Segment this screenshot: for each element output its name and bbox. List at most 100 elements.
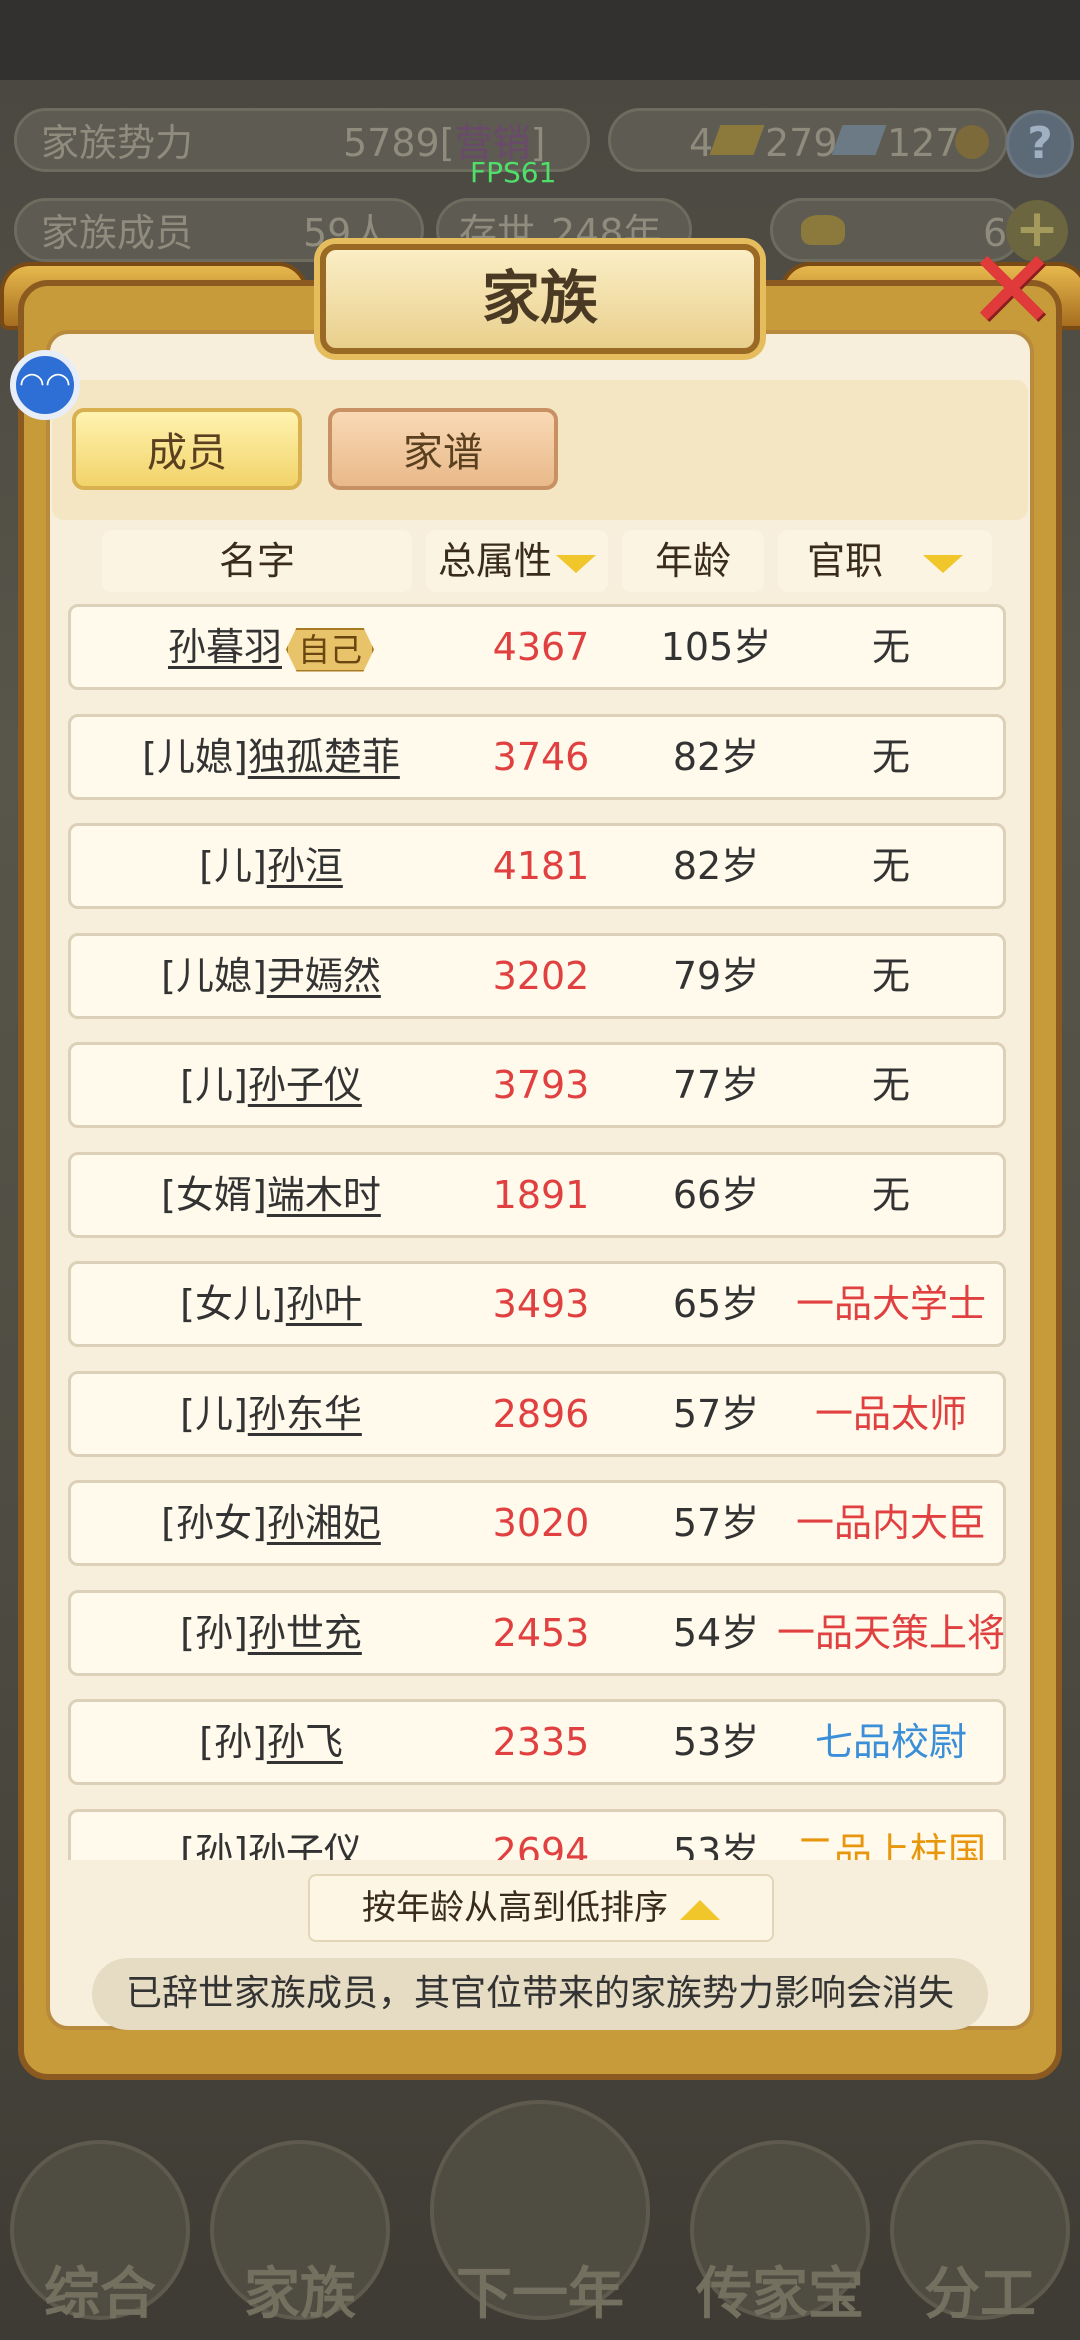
nav-label: 下一年 [456,2262,624,2327]
ingot-icon [801,215,845,245]
member-post: 无 [871,953,910,998]
member-relation: [孙女] [161,1501,267,1545]
member-attr: 3020 [492,1501,590,1545]
member-name-cell: [儿]孙子仪 [71,1045,471,1125]
chevron-up-icon [680,1899,720,1920]
member-relation: [女儿] [180,1282,286,1326]
nav-item-overview[interactable]: 综合 [0,2080,200,2340]
member-name-link[interactable]: 尹嫣然 [267,954,381,998]
notice-text: 已辞世家族成员，其官位带来的家族势力影响会消失 [92,1958,988,2030]
member-relation: [儿媳] [161,953,267,998]
member-relation: [孙] [199,1720,267,1764]
member-relation: [孙] [180,1829,248,1861]
member-post: 无 [871,1172,910,1217]
self-badge: 自己 [286,627,375,672]
currency-bar: 4 279 127 [608,108,1008,172]
member-post: 一品天策上将 [776,1610,1005,1655]
member-attr: 2694 [492,1829,590,1861]
member-list[interactable]: 孙暮羽 自己 4367 105岁无 [儿媳]独孤楚菲 3746 82岁无 [儿]孙洹 4181 8… [68,604,1008,1860]
member-name-cell: [儿媳]独孤楚菲 [71,717,471,797]
member-name-link[interactable]: 孙叶 [286,1282,362,1326]
member-name-link[interactable]: 孙世充 [248,1611,362,1655]
member-name-cell: [女婿]端木时 [71,1155,471,1235]
column-header-age: 年龄 [622,530,764,592]
nav-item-heirloom[interactable]: 传家宝 [680,2080,880,2340]
member-row[interactable]: [儿]孙子仪 3793 77岁无 [68,1042,1006,1128]
member-row[interactable]: [儿媳]尹嫣然 3202 79岁无 [68,932,1006,1019]
member-row[interactable]: [儿]孙洹 4181 82岁无 [68,823,1006,909]
member-relation: [儿] [199,844,267,888]
member-row[interactable]: [女儿]孙叶 3493 65岁 一品大学士 [68,1261,1006,1347]
member-name-cell: [孙女]孙湘妃 [71,1483,471,1563]
member-relation: [女婿] [161,1172,267,1217]
family-power-label: 家族势力 [41,121,194,165]
member-row[interactable]: 孙暮羽 自己 4367 105岁无 [68,604,1006,690]
member-name-cell: [儿]孙东华 [71,1374,471,1454]
members-label: 家族成员 [41,211,194,255]
member-name-cell: [儿媳]尹嫣然 [71,936,471,1016]
member-attr: 2453 [492,1610,590,1655]
member-attr: 3746 [492,734,590,779]
silver-count: 127 [887,121,960,165]
member-post: 一品内大臣 [795,1501,986,1545]
member-name-link[interactable]: 端木时 [267,1173,381,1217]
nav-label: 分工 [924,2262,1036,2327]
tab-genealogy[interactable]: 家谱 [328,408,558,490]
dialog-title: 家族 [320,244,760,354]
fps-counter: FPS61 [470,156,557,189]
tab-members[interactable]: 成员 [72,408,302,490]
member-name-cell: 孙暮羽 自己 [71,607,471,687]
help-button[interactable]: ? [1006,110,1074,178]
member-row[interactable]: [孙女]孙湘妃 3020 57岁 一品内大臣 [68,1480,1006,1566]
member-attr: 4181 [492,844,590,888]
nav-label: 传家宝 [696,2262,864,2327]
member-relation: [儿] [180,1391,248,1436]
sort-down-icon [556,554,596,573]
close-icon[interactable]: ✕ [962,235,1062,345]
member-name-link[interactable]: 孙洹 [267,844,343,888]
member-name-cell: [孙]孙世充 [71,1593,471,1673]
member-post: 二品上柱国 [795,1829,986,1861]
filter-down-icon [923,554,963,573]
member-post: 无 [871,844,910,888]
member-relation: [孙] [180,1610,248,1655]
member-attr: 2896 [492,1391,590,1436]
member-post: 无 [871,734,910,779]
member-name-link[interactable]: 孙飞 [267,1720,343,1764]
member-attr: 3493 [492,1282,590,1326]
column-header-post[interactable]: 官职 [778,530,992,592]
member-attr: 4367 [492,625,590,669]
member-row[interactable]: [孙]孙飞 2335 53岁 七品校尉 [68,1699,1006,1785]
coin-icon [955,125,989,159]
gold-bar-icon [709,125,765,155]
member-post: 七品校尉 [814,1720,967,1764]
member-name-link[interactable]: 孙子仪 [248,1063,362,1107]
member-name-link[interactable]: 独孤楚菲 [248,735,400,779]
nav-item-division[interactable]: 分工 [880,2080,1080,2340]
member-name-cell: [孙]孙子仪 [71,1812,471,1861]
member-name-link[interactable]: 孙暮羽 [168,625,282,669]
member-row[interactable]: [孙]孙子仪 2694 53岁 二品上柱国 [68,1808,1006,1861]
member-name-link[interactable]: 孙湘妃 [267,1501,381,1545]
nav-item-family[interactable]: 家族 [200,2080,400,2340]
gold-count: 4 [689,121,714,165]
member-name-cell: [儿]孙洹 [71,826,471,906]
member-row[interactable]: [儿媳]独孤楚菲 3746 82岁无 [68,713,1006,800]
bottom-nav: 综合 家族 下一年 传家宝 分工 [0,2080,1080,2340]
column-header-attr[interactable]: 总属性 [426,530,608,592]
member-name-link[interactable]: 孙子仪 [248,1830,362,1861]
nav-item-next-year[interactable]: 下一年 [420,2080,660,2340]
status-bar [0,0,1080,80]
member-post: 无 [871,1063,910,1107]
member-name-link[interactable]: 孙东华 [248,1392,362,1436]
member-row[interactable]: [女婿]端木时 1891 66岁无 [68,1151,1006,1238]
member-post: 一品太师 [814,1391,967,1436]
nav-label: 家族 [244,2262,356,2327]
gold-bar-count: 279 [765,121,838,165]
assistive-float-button[interactable]: ◠◠ [10,350,80,420]
member-row[interactable]: [儿]孙东华 2896 57岁 一品太师 [68,1370,1006,1457]
member-row[interactable]: [孙]孙世充 2453 54岁 一品天策上将 [68,1589,1006,1676]
member-post: 无 [871,625,910,669]
sort-dropdown[interactable]: 按年龄从高到低排序 [308,1874,774,1942]
member-attr: 1891 [492,1172,590,1217]
